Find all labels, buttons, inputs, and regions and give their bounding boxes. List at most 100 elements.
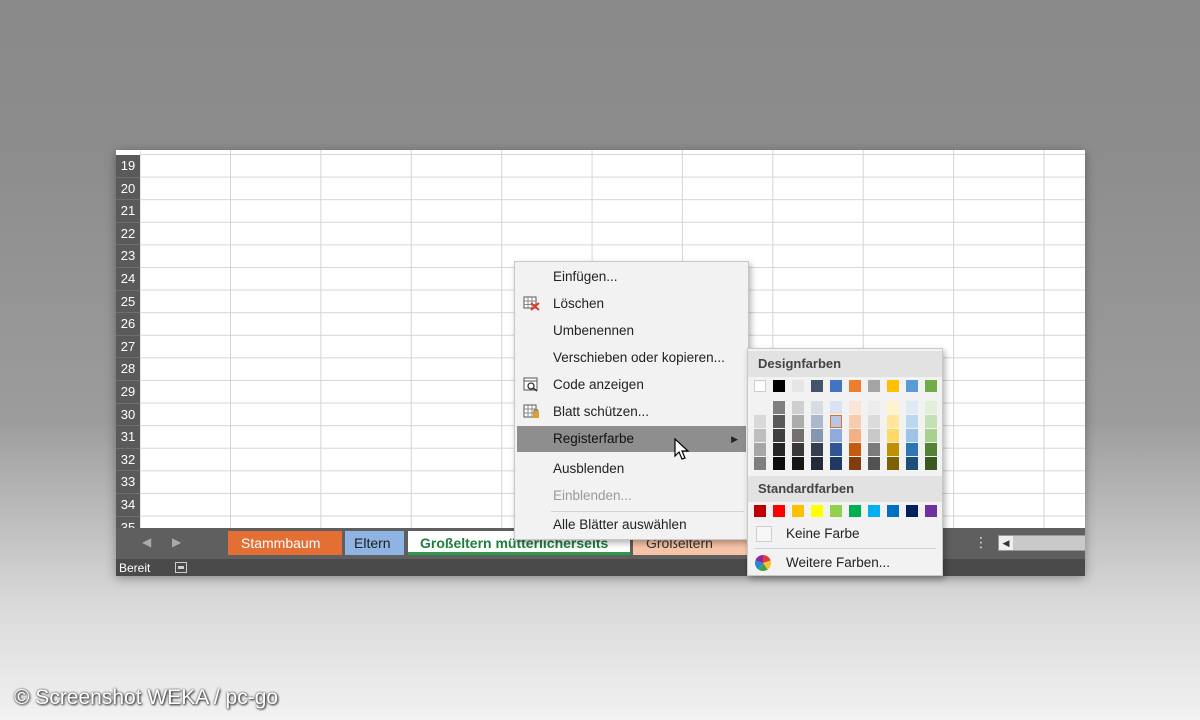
menu-item-registerfarbe[interactable]: Registerfarbe ▶ [517,426,746,452]
standard-color-swatch[interactable] [754,505,766,517]
row-header[interactable]: 27 [116,335,140,359]
row-header[interactable]: 19 [116,155,140,178]
theme-color-shade-swatch[interactable] [792,457,804,470]
theme-color-shade-swatch[interactable] [773,443,785,456]
row-header[interactable]: 31 [116,426,140,449]
macro-record-icon[interactable] [175,562,187,573]
theme-color-shade-swatch[interactable] [887,429,899,442]
theme-color-shade-swatch[interactable] [868,429,880,442]
theme-color-shade-swatch[interactable] [868,401,880,414]
theme-color-swatch[interactable] [906,380,918,392]
theme-color-shade-swatch[interactable] [811,401,823,414]
theme-color-shade-swatch[interactable] [868,415,880,428]
row-header[interactable]: 21 [116,200,140,223]
theme-color-shade-swatch[interactable] [887,443,899,456]
row-header[interactable]: 29 [116,380,140,404]
theme-color-shade-swatch[interactable] [754,429,766,442]
theme-color-shade-swatch[interactable] [773,457,785,470]
theme-color-shade-swatch[interactable] [792,429,804,442]
theme-color-shade-swatch[interactable] [906,443,918,456]
theme-color-shade-swatch[interactable] [754,415,766,428]
standard-color-swatch[interactable] [849,505,861,517]
theme-color-shade-swatch[interactable] [830,457,842,470]
standard-color-swatch[interactable] [925,505,937,517]
theme-color-shade-swatch[interactable] [811,457,823,470]
theme-color-shade-swatch[interactable] [925,443,937,456]
theme-color-shade-swatch[interactable] [925,415,937,428]
more-colors-option[interactable]: Weitere Farben... [748,550,942,576]
theme-color-shade-swatch[interactable] [906,457,918,470]
row-header[interactable]: 33 [116,471,140,494]
theme-color-swatch[interactable] [792,380,804,392]
theme-color-swatch[interactable] [849,380,861,392]
theme-color-shade-swatch[interactable] [906,429,918,442]
theme-color-shade-swatch[interactable] [830,429,842,442]
theme-color-shade-swatch[interactable] [792,443,804,456]
theme-color-shade-swatch[interactable] [773,429,785,442]
theme-color-shade-swatch[interactable] [906,401,918,414]
row-header[interactable]: 23 [116,245,140,268]
sheet-tab-stammbaum[interactable]: Stammbaum [228,531,342,555]
theme-color-shade-swatch[interactable] [849,443,861,456]
more-options-icon[interactable]: ⋮ [974,534,988,551]
row-header[interactable]: 32 [116,448,140,472]
menu-item-umbenennen[interactable]: Umbenennen [517,318,746,344]
theme-color-shade-swatch[interactable] [754,401,766,414]
theme-color-swatch[interactable] [811,380,823,392]
standard-color-swatch[interactable] [887,505,899,517]
row-header[interactable]: 30 [116,403,140,427]
theme-color-swatch[interactable] [830,380,842,392]
horizontal-scrollbar[interactable]: ◀ [998,535,1085,551]
theme-color-shade-swatch[interactable] [849,401,861,414]
theme-color-shade-swatch[interactable] [830,415,842,428]
theme-color-shade-swatch[interactable] [849,415,861,428]
menu-item-loeschen[interactable]: Löschen [517,291,746,317]
standard-color-swatch[interactable] [792,505,804,517]
menu-item-ausblenden[interactable]: Ausblenden [517,456,746,482]
theme-color-shade-swatch[interactable] [792,401,804,414]
theme-color-swatch[interactable] [773,380,785,392]
theme-color-shade-swatch[interactable] [792,415,804,428]
row-header[interactable]: 34 [116,493,140,517]
theme-color-swatch[interactable] [887,380,899,392]
theme-color-swatch[interactable] [925,380,937,392]
row-header[interactable]: 20 [116,177,140,201]
scroll-tabs-right-icon[interactable]: ▶ [172,535,181,549]
theme-color-shade-swatch[interactable] [830,401,842,414]
standard-color-swatch[interactable] [773,505,785,517]
theme-color-shade-swatch[interactable] [868,443,880,456]
sheet-tab-eltern[interactable]: Eltern [345,531,404,555]
row-header[interactable]: 28 [116,358,140,381]
menu-item-einfuegen[interactable]: Einfügen... [517,264,746,290]
theme-color-swatch[interactable] [868,380,880,392]
theme-color-shade-swatch[interactable] [811,415,823,428]
theme-color-shade-swatch[interactable] [925,457,937,470]
menu-item-alle-blaetter[interactable]: Alle Blätter auswählen [517,512,746,538]
scroll-tabs-left-icon[interactable]: ◀ [142,535,151,549]
row-header[interactable]: 22 [116,222,140,246]
theme-color-shade-swatch[interactable] [925,401,937,414]
theme-color-shade-swatch[interactable] [811,429,823,442]
scroll-left-icon[interactable]: ◀ [999,536,1013,550]
standard-color-swatch[interactable] [906,505,918,517]
theme-color-shade-swatch[interactable] [887,415,899,428]
no-color-option[interactable]: Keine Farbe [748,521,942,547]
theme-color-shade-swatch[interactable] [773,401,785,414]
theme-color-shade-swatch[interactable] [906,415,918,428]
menu-item-verschieben-kopieren[interactable]: Verschieben oder kopieren... [517,345,746,371]
standard-color-swatch[interactable] [868,505,880,517]
theme-color-shade-swatch[interactable] [887,401,899,414]
standard-color-swatch[interactable] [811,505,823,517]
theme-color-shade-swatch[interactable] [887,457,899,470]
theme-color-shade-swatch[interactable] [773,415,785,428]
theme-color-shade-swatch[interactable] [811,443,823,456]
theme-color-shade-swatch[interactable] [925,429,937,442]
theme-color-shade-swatch[interactable] [754,443,766,456]
theme-color-shade-swatch[interactable] [868,457,880,470]
theme-color-shade-swatch[interactable] [830,443,842,456]
row-header[interactable]: 25 [116,290,140,314]
theme-color-swatch[interactable] [754,380,766,392]
menu-item-blatt-schuetzen[interactable]: Blatt schützen... [517,399,746,425]
row-header[interactable]: 26 [116,313,140,336]
theme-color-shade-swatch[interactable] [849,457,861,470]
